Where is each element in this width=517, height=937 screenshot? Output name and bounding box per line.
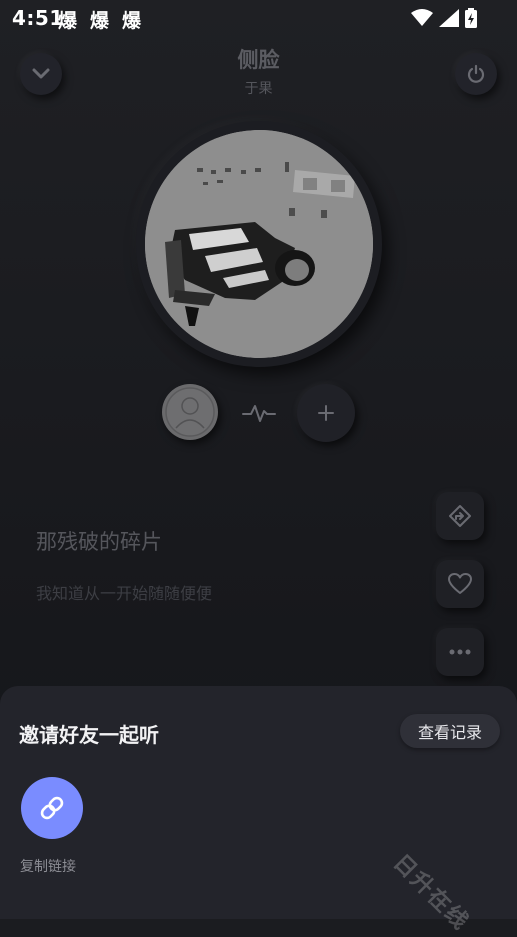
status-icons: [411, 8, 477, 28]
player-screen: 4:51 爆 爆 爆 侧脸 于果 那残破的碎片 我知道从一开始随随便便 邀请好友…: [0, 0, 517, 936]
invite-add-button[interactable]: [297, 384, 355, 442]
copy-link-button[interactable]: [21, 777, 83, 839]
lyric-next-line: 我知道从一开始随随便便: [36, 584, 213, 603]
signal-icon: [439, 9, 459, 27]
more-icon: [449, 649, 471, 655]
view-history-button[interactable]: 查看记录: [400, 714, 500, 748]
invite-sheet: 邀请好友一起听 查看记录 复制链接 日升在线: [0, 686, 517, 936]
battery-icon: [465, 8, 477, 28]
listener-avatar[interactable]: [162, 384, 218, 440]
album-art[interactable]: [145, 130, 373, 358]
invite-sheet-title: 邀请好友一起听: [19, 723, 159, 747]
more-button[interactable]: [436, 628, 484, 676]
status-time: 4:51: [12, 6, 64, 30]
pulse-icon: [242, 405, 276, 422]
like-button[interactable]: [436, 560, 484, 608]
wifi-icon: [411, 9, 433, 26]
person-placeholder-icon: [165, 387, 215, 437]
power-icon: [467, 64, 485, 83]
share-button[interactable]: [436, 492, 484, 540]
heart-icon: [448, 573, 472, 594]
notification-icon: 爆: [58, 10, 78, 32]
lyric-current-line: 那残破的碎片: [36, 530, 162, 554]
plus-icon: [318, 405, 334, 421]
share-icon: [449, 505, 471, 527]
status-bar: 4:51 爆 爆 爆: [0, 0, 517, 36]
song-title: 侧脸: [237, 48, 280, 72]
notification-icon: 爆: [90, 10, 110, 32]
power-button[interactable]: [455, 53, 497, 95]
song-artist: 于果: [244, 81, 273, 97]
watermark: 日升在线: [388, 850, 474, 936]
album-art-image: [145, 130, 373, 358]
notification-icon: 爆: [122, 10, 142, 32]
link-icon: [40, 796, 64, 820]
copy-link-label: 复制链接: [20, 859, 76, 875]
